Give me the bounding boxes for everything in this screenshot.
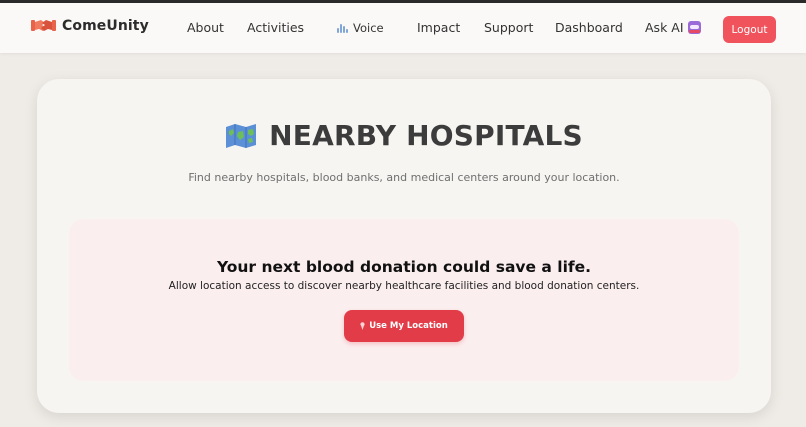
logout-button[interactable]: Logout	[723, 16, 776, 43]
use-my-location-button[interactable]: Use My Location	[344, 310, 464, 342]
nav-activities[interactable]: Activities	[247, 20, 304, 35]
nav-ask-ai-label: Ask AI	[645, 20, 684, 35]
nav-voice[interactable]: Voice	[337, 21, 384, 35]
panel-text: Allow location access to discover nearby…	[168, 280, 640, 292]
sound-wave-icon	[337, 23, 348, 33]
robot-icon	[687, 21, 701, 34]
nav-ask-ai[interactable]: Ask AI	[645, 20, 701, 35]
page-title: NEARBY HOSPITALS	[269, 119, 583, 152]
navbar: ComeUnity About Activities Voice Impact …	[0, 3, 806, 53]
nav-dashboard[interactable]: Dashboard	[555, 20, 623, 35]
location-pin-icon	[360, 322, 365, 330]
nav-about[interactable]: About	[187, 20, 224, 35]
handshake-icon	[31, 20, 56, 31]
use-my-location-label: Use My Location	[369, 321, 448, 331]
nav-voice-label: Voice	[353, 21, 384, 35]
brand-name: ComeUnity	[62, 18, 149, 34]
brand[interactable]: ComeUnity	[31, 17, 149, 35]
page-subtitle: Find nearby hospitals, blood banks, and …	[188, 171, 620, 184]
panel-heading: Your next blood donation could save a li…	[216, 258, 592, 276]
world-map-icon	[226, 123, 257, 148]
nav-support[interactable]: Support	[484, 20, 533, 35]
location-panel: Your next blood donation could save a li…	[69, 219, 739, 381]
hospitals-card: NEARBY HOSPITALS Find nearby hospitals, …	[37, 79, 771, 413]
title-row: NEARBY HOSPITALS	[37, 119, 771, 152]
nav-impact[interactable]: Impact	[417, 20, 460, 35]
